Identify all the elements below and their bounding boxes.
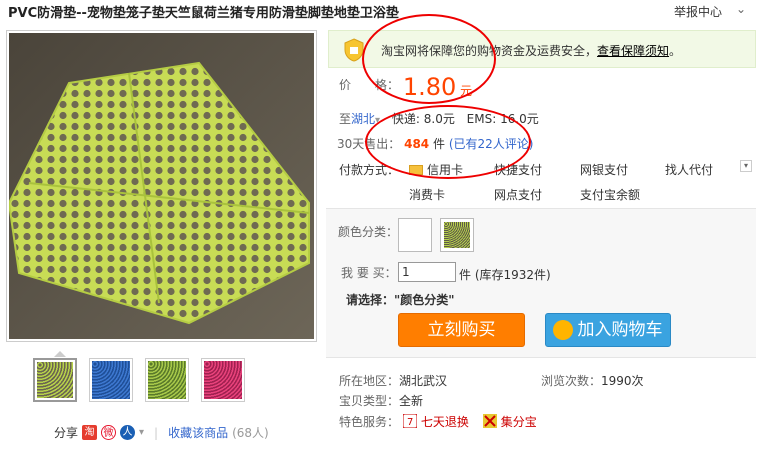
thumb-green-2[interactable] <box>145 358 189 402</box>
payment-expand-icon[interactable]: ▾ <box>740 160 752 172</box>
add-to-cart-label: 加入购物车 <box>577 320 663 340</box>
quantity-input[interactable] <box>398 262 456 282</box>
annotation-circle-sales <box>365 105 531 179</box>
services-row: 特色服务： 7 七天退换 集分宝 <box>339 413 537 430</box>
product-title: PVC防滑垫--宠物垫笼子垫天竺鼠荷兰猪专用防滑垫脚垫地垫卫浴垫 <box>8 6 399 21</box>
shipping-location[interactable]: 湖北 <box>351 112 375 126</box>
location-row: 所在地区：湖北武汉 <box>339 372 447 389</box>
mat-photo <box>9 33 314 339</box>
svg-text:7: 7 <box>407 417 413 428</box>
thumb-blue[interactable] <box>89 358 133 402</box>
weibo-icon[interactable]: 微 <box>101 425 117 440</box>
cart-icon <box>553 320 573 340</box>
payment-consumer-card: 消费卡 <box>409 188 446 202</box>
location-value: 湖北武汉 <box>399 374 448 388</box>
guarantee-end: 。 <box>669 44 682 58</box>
prompt-label: 请选择： <box>346 293 395 307</box>
color-label: 颜色分类： <box>338 225 399 239</box>
shipping-to-label: 至 <box>339 112 352 126</box>
add-to-cart-button[interactable]: 加入购物车 <box>545 313 671 347</box>
service-seven-day-return[interactable]: 七天退换 <box>421 415 469 429</box>
views-value: 1990次 <box>601 374 644 388</box>
favorite-link[interactable]: 收藏该商品 <box>168 424 228 441</box>
quantity-label: 我 要 买： <box>341 266 397 280</box>
main-product-image[interactable] <box>6 30 317 342</box>
color-swatch-empty[interactable] <box>398 218 432 252</box>
taobao-share-icon[interactable]: 淘 <box>82 425 98 440</box>
more-share-icon[interactable]: ▾ <box>139 427 144 438</box>
share-label: 分享 <box>54 426 79 440</box>
thumb-green[interactable] <box>33 358 77 402</box>
stock-text: 件 (库存1932件) <box>459 268 551 282</box>
color-swatch-green[interactable] <box>440 218 474 252</box>
green-mat-swatch-image <box>444 222 470 248</box>
chevron-down-icon[interactable]: ⌄ <box>736 2 746 16</box>
type-value: 全新 <box>399 394 424 408</box>
share-bar: 分享 淘 微 人 ▾ | 收藏该商品 (68人) <box>54 424 269 441</box>
divider: | <box>154 425 159 440</box>
annotation-circle-guarantee <box>362 14 496 104</box>
payment-alipay-balance: 支付宝余额 <box>580 188 641 202</box>
guarantee-link[interactable]: 查看保障须知 <box>597 44 669 58</box>
selection-prompt: 请选择："颜色分类" <box>346 291 455 308</box>
buy-now-button[interactable]: 立刻购买 <box>398 313 525 347</box>
thumb-pink[interactable] <box>201 358 245 402</box>
renren-icon[interactable]: 人 <box>120 425 136 440</box>
report-center-link[interactable]: 举报中心 <box>674 3 722 20</box>
thumbnail-strip <box>33 358 245 402</box>
service-jifenbao[interactable]: 集分宝 <box>501 415 537 429</box>
location-label: 所在地区： <box>339 374 400 388</box>
favorite-count: (68人) <box>232 426 269 440</box>
payment-proxy: 找人代付 <box>665 163 714 177</box>
type-label: 宝贝类型： <box>339 394 400 408</box>
views-row: 浏览次数：1990次 <box>541 372 644 389</box>
seven-day-return-icon: 7 <box>402 414 417 428</box>
views-label: 浏览次数： <box>541 374 602 388</box>
prompt-value: "颜色分类" <box>394 293 455 307</box>
thumb-pointer-icon <box>54 351 66 357</box>
services-label: 特色服务： <box>339 415 400 429</box>
payment-outlet: 网点支付 <box>494 188 543 202</box>
jifenbao-icon <box>482 414 497 428</box>
payment-netbank: 网银支付 <box>580 163 629 177</box>
type-row: 宝贝类型：全新 <box>339 392 423 409</box>
